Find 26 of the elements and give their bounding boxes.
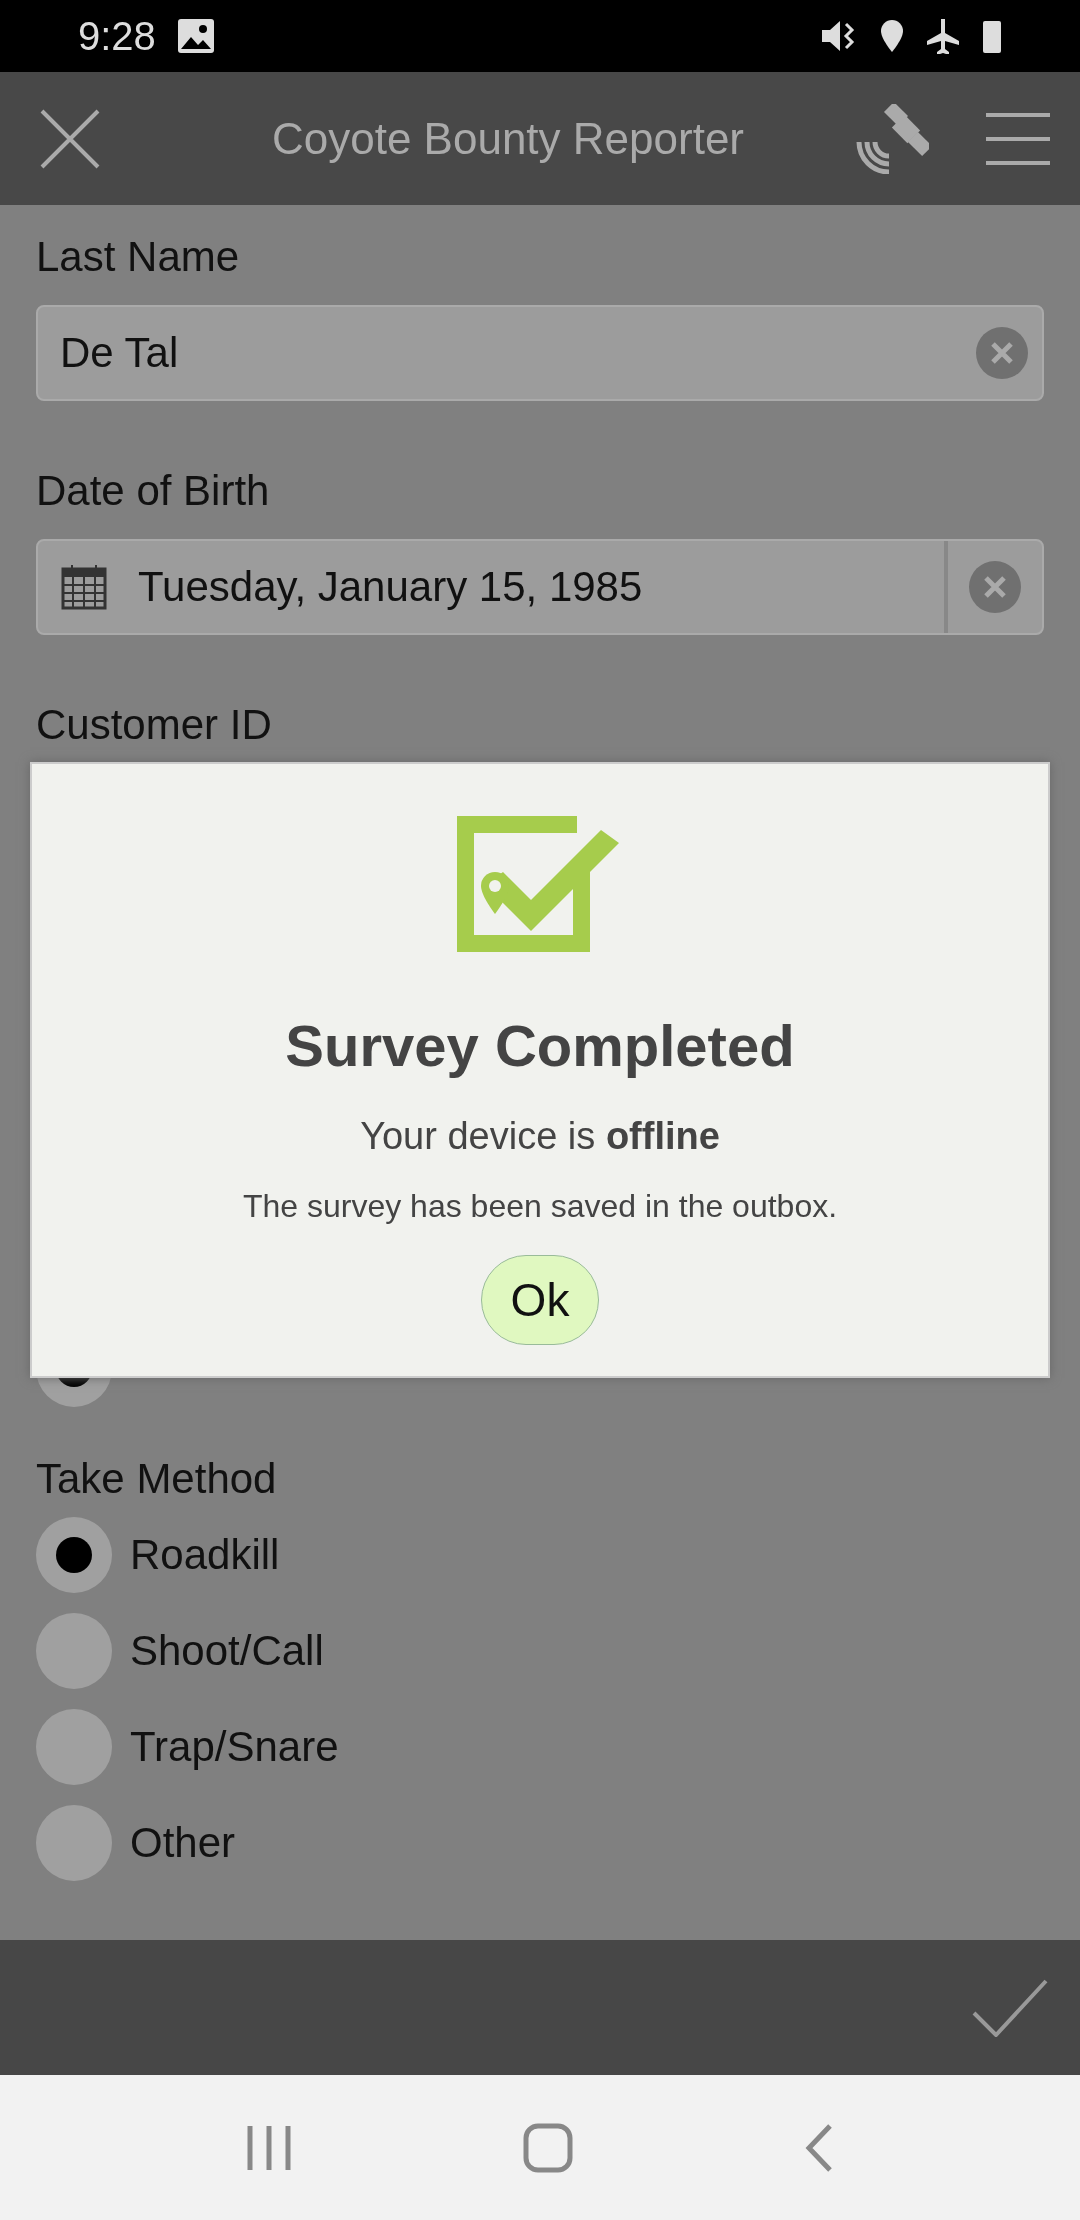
clear-icon[interactable]	[976, 327, 1028, 379]
field-label: Date of Birth	[36, 467, 271, 515]
date-field[interactable]: Tuesday, January 15, 1985	[36, 539, 1044, 635]
home-icon[interactable]	[523, 2122, 573, 2173]
app-title: Coyote Bounty Reporter	[270, 113, 745, 164]
back-icon[interactable]	[804, 2122, 835, 2173]
dialog-status: Your device is offline	[360, 1115, 720, 1158]
airplane-icon	[926, 18, 960, 54]
field-label: Last Name	[36, 233, 241, 281]
calendar-icon	[60, 563, 108, 611]
dialog-title: Survey Completed	[285, 1012, 795, 1079]
field-label: Customer ID	[36, 701, 273, 749]
option-label[interactable]: Shoot/Call	[130, 1627, 324, 1675]
option-label[interactable]: Other	[130, 1819, 236, 1867]
location-icon	[880, 19, 904, 53]
option-label[interactable]: Trap/Snare	[130, 1723, 339, 1771]
clear-icon[interactable]	[969, 561, 1021, 613]
clock: 9:28	[78, 13, 156, 59]
dialog-message: The survey has been saved in the outbox.	[242, 1188, 838, 1225]
recent-apps-icon[interactable]	[245, 2123, 292, 2172]
battery-icon	[982, 19, 1002, 53]
text-field[interactable]: De Tal	[36, 305, 1044, 401]
image-icon	[177, 19, 214, 53]
option-label[interactable]: Roadkill	[130, 1531, 280, 1579]
ok-button[interactable]: Ok	[481, 1255, 599, 1345]
section-label: Take Method	[36, 1455, 278, 1503]
